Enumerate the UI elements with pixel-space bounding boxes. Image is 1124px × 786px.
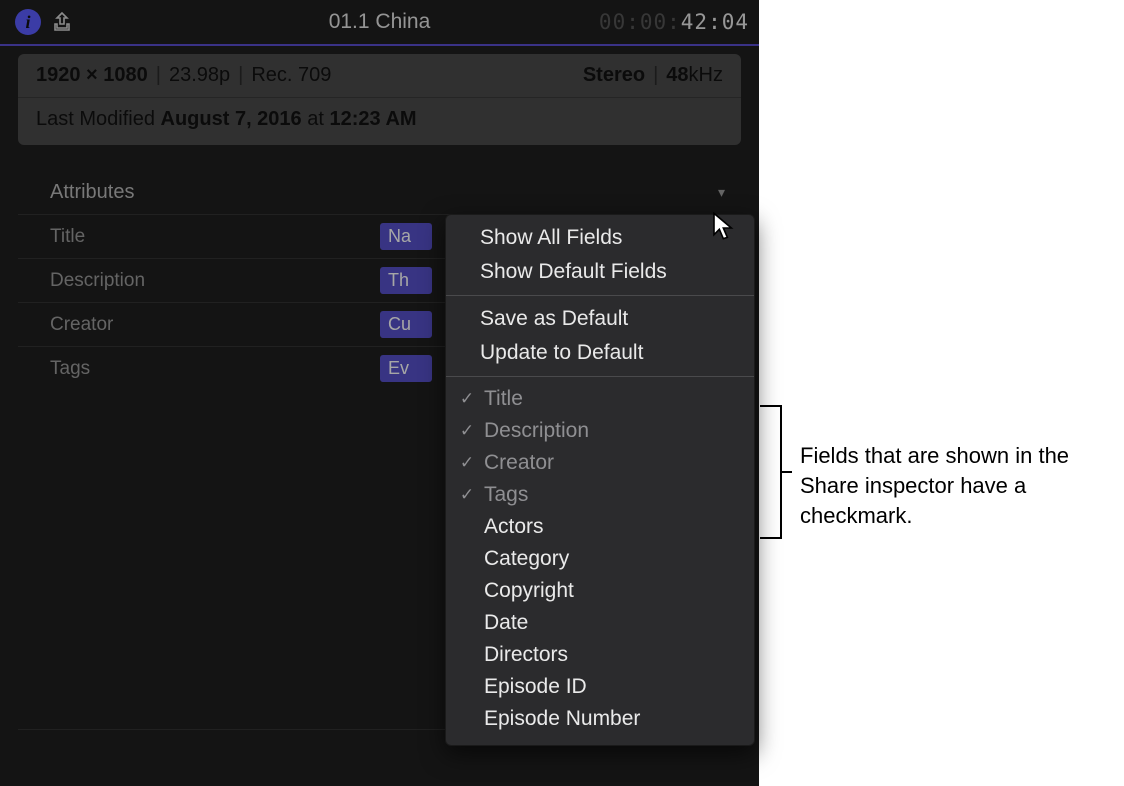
checkmark-icon: ✓ — [458, 384, 476, 414]
menu-item[interactable]: Show Default Fields — [446, 255, 754, 289]
attributes-header[interactable]: Attributes ▾ — [18, 173, 741, 214]
attribute-value[interactable]: Cu — [380, 311, 432, 338]
menu-field-label: Description — [484, 416, 589, 446]
menu-field-toggle[interactable]: ✓ Creator — [446, 447, 754, 479]
attribute-label: Title — [50, 226, 380, 248]
info-tab[interactable]: i — [14, 8, 42, 36]
checkmark-icon: ✓ — [458, 480, 476, 510]
last-modified-date: August 7, 2016 — [161, 108, 302, 130]
menu-field-toggle[interactable]: ✓ Tags — [446, 479, 754, 511]
menu-field-toggle[interactable]: Date — [446, 607, 754, 639]
callout-text: Fields that are shown in the Share inspe… — [800, 441, 1090, 531]
resolution-value: 1920 × 1080 — [36, 64, 148, 87]
share-tab[interactable] — [48, 8, 76, 36]
attribute-label: Description — [50, 270, 380, 292]
menu-field-toggle[interactable]: Copyright — [446, 575, 754, 607]
menu-field-toggle[interactable]: Directors — [446, 639, 754, 671]
attribute-label: Tags — [50, 358, 380, 380]
menu-divider — [446, 295, 754, 296]
callout-bracket — [760, 405, 782, 539]
last-modified-at: at — [302, 108, 330, 130]
menu-field-label: Tags — [484, 480, 528, 510]
menu-field-toggle[interactable]: Actors — [446, 511, 754, 543]
attribute-label: Creator — [50, 314, 380, 336]
last-modified-row: Last Modified August 7, 2016 at 12:23 AM — [18, 98, 741, 145]
checkmark-icon: ✓ — [458, 416, 476, 446]
timecode-seconds: 42:04 — [681, 10, 749, 34]
menu-field-toggle[interactable]: ✓ Description — [446, 415, 754, 447]
menu-field-toggle[interactable]: ✓ Title — [446, 383, 754, 415]
attribute-value[interactable]: Th — [380, 267, 432, 294]
attributes-fields-menu[interactable]: Show All FieldsShow Default Fields Save … — [445, 214, 755, 746]
menu-field-label: Directors — [484, 640, 568, 670]
menu-field-toggle[interactable]: Episode ID — [446, 671, 754, 703]
checkmark-icon: ✓ — [458, 448, 476, 478]
menu-field-label: Copyright — [484, 576, 574, 606]
attribute-value[interactable]: Na — [380, 223, 432, 250]
menu-field-label: Creator — [484, 448, 554, 478]
menu-field-toggle[interactable]: Episode Number — [446, 703, 754, 735]
framerate-value: 23.98p — [169, 64, 230, 87]
menu-field-label: Episode Number — [484, 704, 640, 734]
menu-item[interactable]: Update to Default — [446, 336, 754, 370]
callout-bracket-stem — [782, 471, 792, 473]
menu-divider — [446, 376, 754, 377]
inspector-panel: i 01.1 China 00:00:42:04 1920 × 1080 | 2… — [0, 0, 759, 786]
audio-channels-value: Stereo — [583, 64, 645, 87]
attributes-heading-label: Attributes — [50, 181, 134, 204]
menu-item[interactable]: Show All Fields — [446, 221, 754, 255]
attribute-value[interactable]: Ev — [380, 355, 432, 382]
chevron-down-icon[interactable]: ▾ — [718, 184, 725, 201]
menu-field-label: Category — [484, 544, 569, 574]
colorspace-value: Rec. 709 — [251, 64, 331, 87]
menu-field-toggle[interactable]: Category — [446, 543, 754, 575]
accent-divider — [0, 44, 759, 46]
menu-field-label: Actors — [484, 512, 544, 542]
inspector-topbar: i 01.1 China 00:00:42:04 — [0, 0, 759, 44]
media-format-row: 1920 × 1080 | 23.98p | Rec. 709 Stereo |… — [18, 54, 741, 98]
menu-field-label: Title — [484, 384, 523, 414]
last-modified-time: 12:23 AM — [329, 108, 416, 130]
menu-field-label: Episode ID — [484, 672, 587, 702]
audio-rate-value: 48 — [666, 64, 688, 87]
timecode: 00:00:42:04 — [599, 10, 749, 34]
media-info-box: 1920 × 1080 | 23.98p | Rec. 709 Stereo |… — [18, 54, 741, 145]
audio-rate-unit: kHz — [689, 64, 723, 87]
timecode-hours: 00:00: — [599, 10, 681, 34]
info-icon: i — [15, 9, 41, 35]
menu-item[interactable]: Save as Default — [446, 302, 754, 336]
last-modified-prefix: Last Modified — [36, 108, 161, 130]
menu-field-label: Date — [484, 608, 528, 638]
share-icon — [50, 10, 74, 34]
